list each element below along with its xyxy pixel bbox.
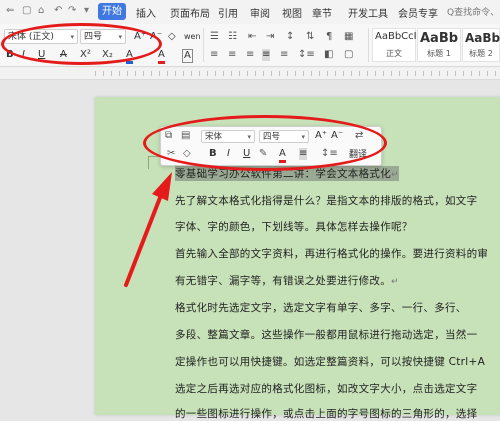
annotation-arrow [124, 172, 172, 287]
